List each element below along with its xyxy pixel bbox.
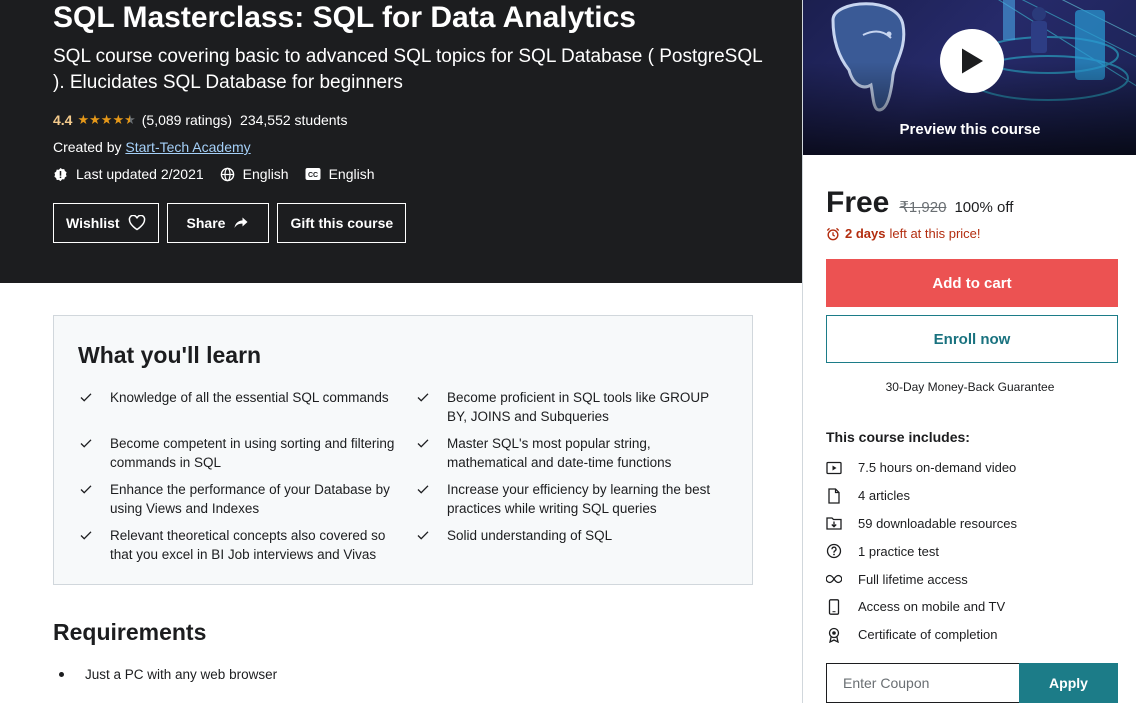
- infinity-icon: [826, 571, 842, 587]
- learn-item: Master SQL's most popular string, mathem…: [415, 434, 730, 472]
- course-title: SQL Masterclass: SQL for Data Analytics: [53, 1, 636, 34]
- original-price: ₹1,920: [899, 199, 947, 216]
- check-icon: [80, 393, 92, 402]
- discount-percentage: 100% off: [954, 199, 1014, 216]
- include-item: Access on mobile and TV: [826, 593, 1017, 621]
- last-updated: Last updated 2/2021: [53, 166, 204, 182]
- enroll-now-button[interactable]: Enroll now: [826, 315, 1118, 363]
- include-item: 4 articles: [826, 482, 1017, 510]
- course-meta: Last updated 2/2021 English CC English: [53, 166, 391, 182]
- learn-item: Become proficient in SQL tools like GROU…: [415, 388, 730, 426]
- add-to-cart-button[interactable]: Add to cart: [826, 259, 1118, 307]
- course-subtitle: SQL course covering basic to advanced SQ…: [53, 46, 762, 93]
- share-arrow-icon: [234, 217, 248, 228]
- course-captions: CC English: [305, 166, 375, 182]
- include-item: 7.5 hours on-demand video: [826, 454, 1017, 482]
- check-icon: [80, 485, 92, 494]
- check-icon: [417, 531, 429, 540]
- include-item: Full lifetime access: [826, 565, 1017, 593]
- check-icon: [417, 485, 429, 494]
- star-icon: ★: [89, 112, 101, 127]
- money-back-guarantee: 30-Day Money-Back Guarantee: [885, 380, 1055, 394]
- check-icon: [80, 439, 92, 448]
- rating-row: 4.4 ★ ★ ★ ★ ★ (5,089 ratings) 234,552 st…: [53, 112, 347, 128]
- star-icon: ★: [77, 112, 90, 127]
- author-link[interactable]: Start-Tech Academy: [125, 139, 250, 155]
- what-you-will-learn: What you'll learn Knowledge of all the e…: [53, 315, 753, 585]
- bullet-icon: [59, 672, 64, 677]
- learn-item: Solid understanding of SQL: [415, 526, 730, 564]
- course-preview[interactable]: Preview this course: [803, 0, 1136, 155]
- learn-item: Enhance the performance of your Database…: [78, 480, 415, 518]
- ratings-count[interactable]: (5,089 ratings): [142, 112, 232, 128]
- globe-icon: [220, 167, 234, 181]
- course-language: English: [220, 166, 289, 182]
- star-rating: ★ ★ ★ ★ ★: [77, 113, 135, 127]
- include-item: 1 practice test: [826, 537, 1017, 565]
- star-icon: ★: [100, 112, 113, 127]
- video-icon: [826, 460, 842, 476]
- apply-coupon-button[interactable]: Apply: [1019, 663, 1118, 703]
- learn-list: Knowledge of all the essential SQL comma…: [78, 388, 730, 564]
- heart-icon: [128, 215, 145, 231]
- star-icon: ★: [112, 112, 125, 127]
- include-item: 59 downloadable resources: [826, 510, 1017, 538]
- svg-text:CC: CC: [308, 172, 318, 179]
- download-folder-icon: [826, 515, 842, 531]
- created-by: Created by Start-Tech Academy: [53, 139, 251, 155]
- rating-value: 4.4: [53, 112, 73, 128]
- half-star-icon: ★: [124, 112, 136, 127]
- alarm-clock-icon: [826, 227, 840, 240]
- requirements-title: Requirements: [53, 619, 207, 645]
- file-icon: [826, 488, 842, 504]
- course-includes-list: 7.5 hours on-demand video 4 articles 59 …: [826, 454, 1017, 649]
- preview-label: Preview this course: [899, 121, 1041, 138]
- certificate-icon: [826, 627, 842, 643]
- learn-title: What you'll learn: [78, 342, 262, 368]
- requirement-item: Just a PC with any web browser: [53, 665, 277, 684]
- learn-item: Increase your efficiency by learning the…: [415, 480, 730, 518]
- closed-captions-icon: CC: [305, 168, 321, 180]
- learn-item: Relevant theoretical concepts also cover…: [78, 526, 415, 564]
- mobile-icon: [826, 599, 842, 615]
- gift-course-button[interactable]: Gift this course: [277, 203, 407, 243]
- check-icon: [417, 393, 429, 402]
- learn-item: Become competent in using sorting and fi…: [78, 434, 415, 472]
- share-button[interactable]: Share: [166, 203, 270, 243]
- wishlist-button[interactable]: Wishlist: [53, 203, 159, 243]
- check-icon: [417, 439, 429, 448]
- price-deadline: 2 days left at this price!: [826, 226, 981, 241]
- alert-badge-icon: [54, 167, 67, 181]
- include-item: Certificate of completion: [826, 621, 1017, 649]
- current-price: Free: [826, 186, 890, 219]
- purchase-card: Preview this course Free ₹1,920 100% off…: [802, 0, 1136, 703]
- course-header: SQL Masterclass: SQL for Data Analytics …: [0, 0, 802, 283]
- question-icon: [826, 543, 842, 559]
- requirements-list: Just a PC with any web browser: [53, 665, 277, 684]
- play-icon: [962, 48, 983, 74]
- coupon-input[interactable]: [826, 663, 1019, 703]
- header-actions: Wishlist Share Gift this course: [53, 203, 414, 243]
- check-icon: [80, 531, 92, 540]
- price-row: Free ₹1,920 100% off: [826, 186, 1013, 220]
- created-by-label: Created by: [53, 139, 122, 155]
- learn-item: Knowledge of all the essential SQL comma…: [78, 388, 415, 426]
- play-button[interactable]: [940, 29, 1004, 93]
- students-count: 234,552 students: [240, 112, 348, 128]
- includes-title: This course includes:: [826, 429, 970, 445]
